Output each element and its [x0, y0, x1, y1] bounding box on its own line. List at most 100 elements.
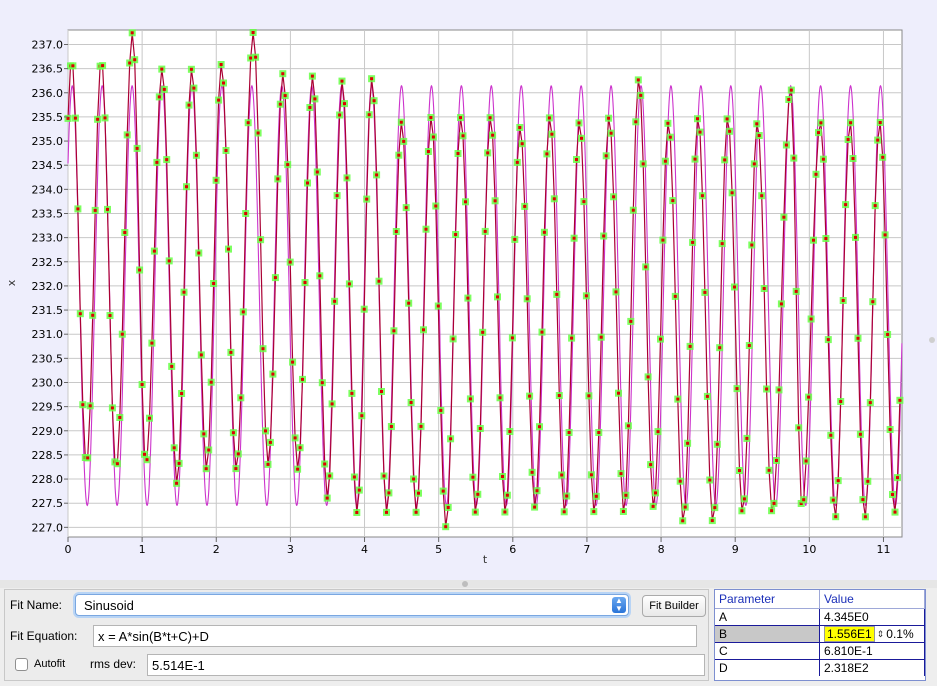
data-point-center: [839, 400, 843, 403]
param-value[interactable]: 6.810E-1: [819, 642, 925, 660]
data-point-center: [503, 510, 507, 514]
fit-equation-input[interactable]: x = A*sin(B*t+C)+D: [93, 625, 697, 647]
data-point-center: [668, 135, 672, 139]
y-tick-label: 232.5: [32, 256, 64, 269]
data-point-center: [165, 158, 169, 162]
x-tick-label: 1: [139, 543, 146, 556]
param-value[interactable]: 4.345E0: [819, 608, 925, 626]
data-point-center: [429, 116, 433, 119]
fit-builder-button[interactable]: Fit Builder: [642, 595, 706, 617]
y-tick-label: 232.0: [32, 280, 64, 293]
data-point-center: [646, 375, 650, 379]
data-point-center: [478, 427, 482, 430]
data-point-center: [441, 489, 445, 493]
data-point-center: [444, 525, 448, 529]
data-point-center: [705, 394, 709, 398]
rms-dev-field: 5.514E-1: [147, 654, 705, 676]
data-point-center: [584, 294, 588, 298]
data-point-center: [515, 160, 519, 164]
data-point-center: [360, 414, 364, 418]
data-point-center: [306, 181, 309, 185]
y-tick-label: 228.0: [32, 473, 64, 486]
panel-splitter[interactable]: [0, 580, 937, 588]
y-tick-label: 228.5: [32, 449, 64, 462]
data-point-center: [834, 515, 838, 519]
plot-area: 0 1 2 3 4 5 6 7 8 9 10 11 227.0 227.5 228.0 228.5 229.0 2…: [0, 0, 937, 580]
column-header-parameter[interactable]: Parameter: [715, 590, 820, 609]
data-point-center: [713, 506, 717, 510]
data-point-center: [152, 249, 156, 253]
side-splitter-handle[interactable]: [929, 337, 935, 343]
data-point-center: [106, 207, 109, 211]
spinner-icon[interactable]: ⇕: [877, 629, 885, 640]
data-point-center: [355, 511, 359, 514]
data-point-center: [501, 475, 504, 478]
data-point-center: [251, 31, 255, 34]
param-name: D: [715, 659, 820, 676]
splitter-handle[interactable]: [462, 581, 468, 587]
autofit-checkbox[interactable]: [15, 658, 28, 671]
y-tick-label: 230.5: [32, 352, 64, 365]
data-point-center: [135, 146, 139, 150]
param-value-input[interactable]: 1.556E1: [824, 626, 875, 642]
data-point-center: [234, 467, 238, 471]
data-point-center: [547, 116, 551, 120]
data-point-center: [802, 498, 806, 502]
x-tick-label: 6: [509, 543, 516, 556]
table-row[interactable]: D 2.318E2: [715, 659, 925, 676]
data-point-center: [888, 428, 892, 431]
param-step[interactable]: 0.1%: [886, 627, 913, 641]
param-value-editor[interactable]: 1.556E1 ⇕ 0.1%: [819, 625, 925, 643]
data-point-center: [639, 93, 643, 97]
data-point-center: [123, 231, 127, 234]
data-point-center: [212, 282, 216, 285]
data-point-center: [861, 498, 865, 502]
x-tick-label: 5: [435, 543, 442, 556]
data-point-center: [641, 162, 645, 166]
y-tick-label: 233.5: [32, 207, 64, 220]
data-point-center: [209, 380, 213, 384]
fit-name-label: Fit Name:: [10, 598, 63, 612]
data-point-center: [343, 102, 346, 106]
data-point-center: [207, 448, 211, 452]
data-point-center: [891, 493, 894, 496]
data-point-center: [809, 317, 813, 321]
data-point-center: [747, 344, 751, 347]
data-point-center: [881, 155, 885, 159]
data-point-center: [619, 472, 623, 476]
data-point-center: [567, 431, 571, 434]
data-point-center: [824, 237, 828, 240]
data-point-center: [377, 279, 381, 283]
data-point-center: [466, 296, 470, 300]
data-point-center: [661, 238, 665, 242]
fit-name-select[interactable]: Sinusoid ▲ ▼: [75, 594, 629, 616]
autofit-label: Autofit: [34, 658, 66, 670]
param-value[interactable]: 2.318E2: [819, 659, 925, 676]
table-row[interactable]: B 1.556E1 ⇕ 0.1%: [715, 625, 925, 643]
data-point-center: [286, 163, 290, 167]
data-point-center: [434, 204, 438, 208]
chevron-updown-icon: ▲ ▼: [612, 597, 626, 613]
data-point-center: [698, 130, 702, 134]
data-point-center: [362, 307, 366, 311]
data-point-center: [856, 336, 860, 340]
data-point-center: [617, 391, 620, 395]
table-row[interactable]: A 4.345E0: [715, 608, 925, 626]
data-point-center: [557, 394, 561, 397]
data-point-center: [629, 319, 633, 323]
data-point-center: [236, 452, 240, 456]
x-axis-label: t: [483, 553, 488, 566]
data-point-center: [700, 194, 704, 198]
data-point-center: [849, 121, 853, 125]
data-point-center: [222, 81, 225, 85]
data-point-center: [86, 456, 90, 460]
data-point-center: [155, 160, 159, 164]
data-point-center: [765, 387, 769, 391]
data-point-center: [367, 113, 371, 117]
data-point-center: [530, 470, 534, 474]
column-header-value[interactable]: Value: [819, 590, 925, 609]
data-point-center: [315, 170, 319, 174]
data-point-center: [784, 143, 788, 147]
data-point-center: [550, 132, 554, 136]
table-row[interactable]: C 6.810E-1: [715, 642, 925, 660]
